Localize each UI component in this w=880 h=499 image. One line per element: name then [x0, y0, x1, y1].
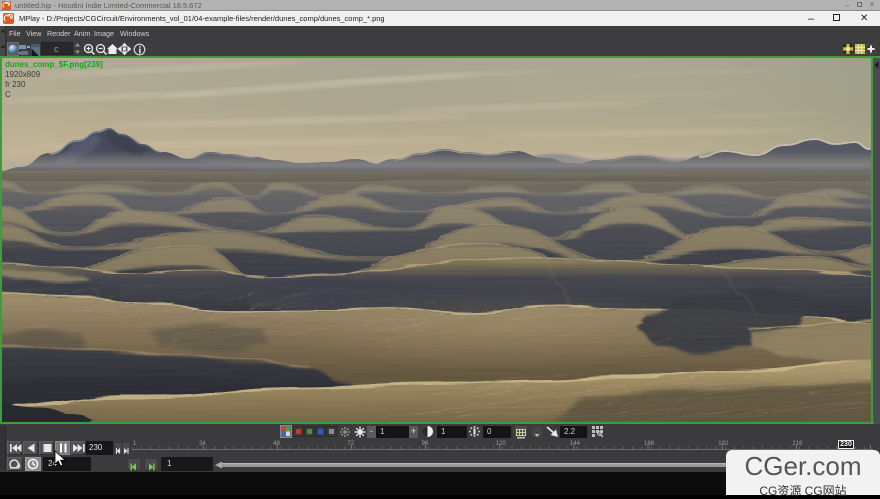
svg-text:120: 120: [496, 441, 507, 447]
svg-text:216: 216: [792, 441, 803, 447]
svg-text:144: 144: [570, 441, 581, 447]
svg-text:1: 1: [133, 441, 137, 447]
svg-text:192: 192: [718, 441, 729, 447]
svg-text:24: 24: [199, 441, 206, 447]
svg-text:168: 168: [644, 441, 655, 447]
svg-text:48: 48: [273, 441, 280, 447]
svg-text:96: 96: [422, 441, 429, 447]
svg-text:72: 72: [347, 441, 354, 447]
